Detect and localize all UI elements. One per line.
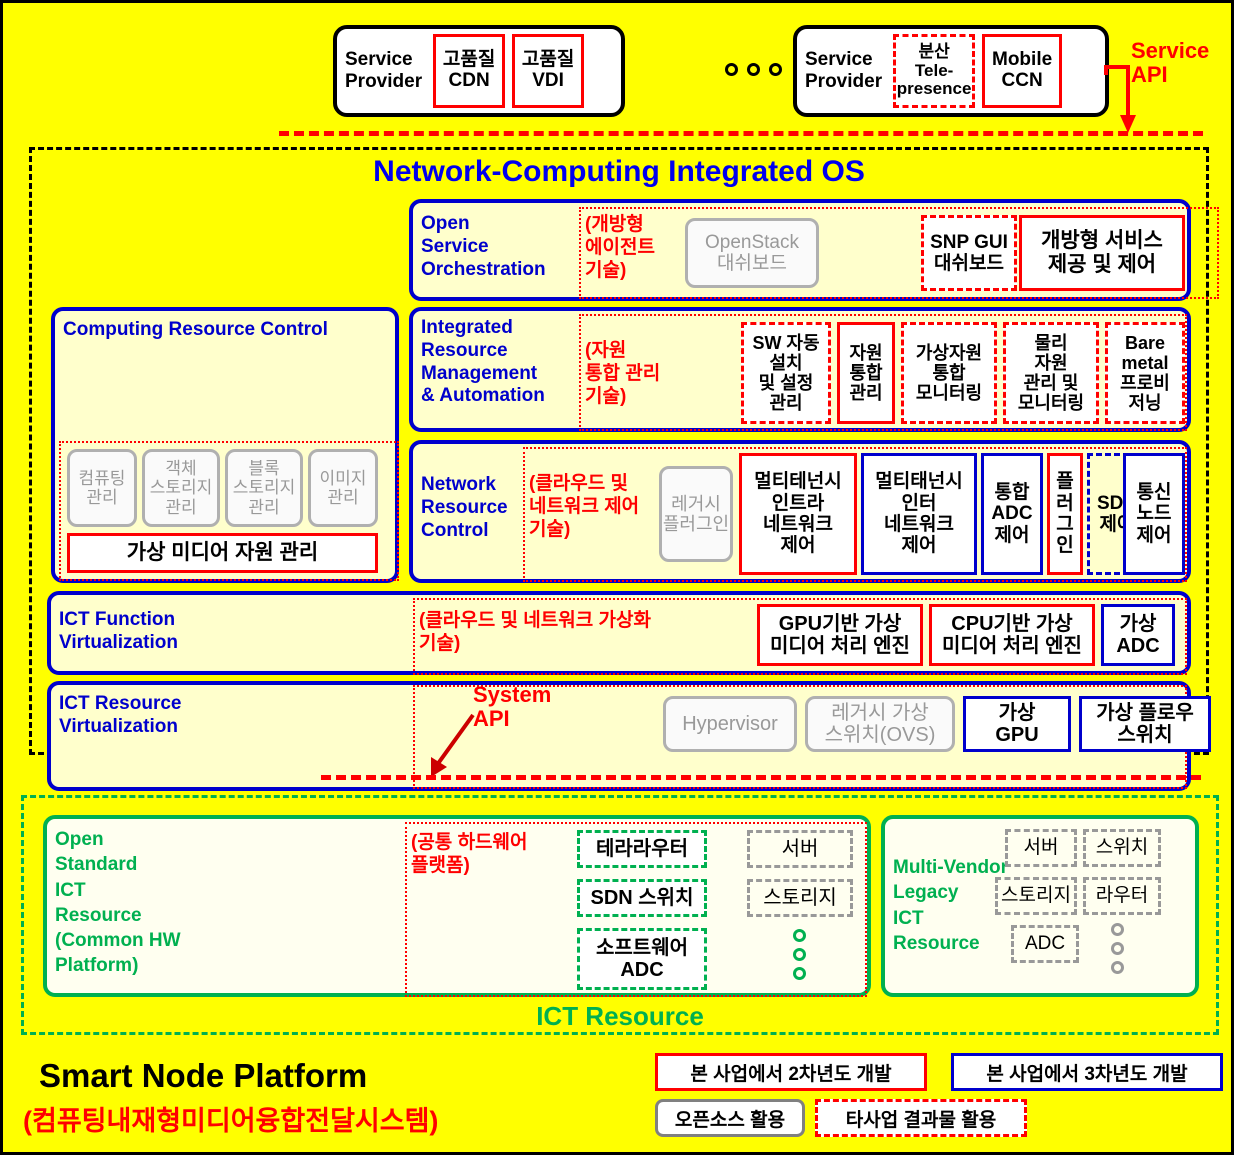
- sp1-item-vdi[interactable]: 고품질 VDI: [512, 34, 585, 108]
- sp1-item-cdn[interactable]: 고품질 CDN: [433, 34, 506, 108]
- item-virtual-resource-monitoring[interactable]: 가상자원 통합 모니터링: [901, 322, 997, 424]
- layer-ict-function-virtualization: ICT Function Virtualization (클라우드 및 네트워크…: [47, 591, 1191, 675]
- ellipsis-dot-3: [769, 63, 782, 76]
- item-gpu-media-engine[interactable]: GPU기반 가상 미디어 처리 엔진: [757, 604, 923, 666]
- legend-year3: 본 사업에서 3차년도 개발: [951, 1053, 1223, 1091]
- layer-computing-resource-control: Computing Resource Control 컴퓨팅 관리 객체 스토리…: [51, 307, 399, 583]
- ellipsis-dot-2: [747, 63, 760, 76]
- item-virtual-media-resource-management[interactable]: 가상 미디어 자원 관리: [67, 533, 378, 573]
- item-plugin[interactable]: 플 러 그 인: [1047, 453, 1083, 575]
- service-provider-box-2: Service Provider 분산 Tele- presence Mobil…: [793, 25, 1109, 117]
- layer-open-service-orchestration: Open Service Orchestration (개방형 에이전트 기술)…: [409, 199, 1219, 301]
- item-block-storage-management[interactable]: 블록 스토리지 관리: [225, 449, 303, 527]
- legacy-dot-2: [1111, 942, 1124, 955]
- service-provider-label-2: Service Provider: [805, 48, 883, 92]
- computing-resource-control-title: Computing Resource Control: [63, 319, 328, 340]
- open-dot-1: [793, 929, 806, 942]
- item-sw-auto-install-config[interactable]: SW 자동 설치 및 설정 관리: [741, 322, 831, 424]
- open-service-orchestration-note: (개방형 에이전트 기술): [585, 214, 655, 282]
- item-multitenancy-intra-network-control[interactable]: 멀티테넌시 인트라 네트워크 제어: [739, 453, 857, 575]
- legend-other-project: 타사업 결과물 활용: [815, 1099, 1027, 1137]
- item-virtual-flow-switch[interactable]: 가상 플로우 스위치: [1079, 696, 1211, 752]
- item-open-service-provisioning[interactable]: 개방형 서비스 제공 및 제어: [1019, 215, 1185, 291]
- item-legacy-virtual-switch-ovs[interactable]: 레거시 가상 스위치(OVS): [805, 696, 955, 752]
- legend-year2: 본 사업에서 2차년도 개발: [655, 1053, 927, 1091]
- legend-opensource: 오픈소스 활용: [655, 1099, 805, 1137]
- item-server-legacy[interactable]: 서버: [1005, 829, 1077, 867]
- open-standard-more-dots: [793, 929, 806, 980]
- service-api-arrow: [1104, 65, 1136, 133]
- open-standard-note: (공통 하드웨어 플랫폼): [411, 832, 528, 877]
- os-title: Network-Computing Integrated OS: [373, 155, 865, 188]
- sp2-item-telepresence[interactable]: 분산 Tele- presence: [893, 34, 976, 108]
- multi-vendor-more-dots: [1111, 923, 1124, 974]
- multi-vendor-title: Multi-Vendor Legacy ICT Resource: [893, 857, 1009, 954]
- panel-open-standard-ict-resource: Open Standard ICT Resource (Common HW Pl…: [43, 815, 871, 997]
- item-openstack-dashboard[interactable]: OpenStack 대쉬보드: [685, 218, 819, 288]
- item-image-management[interactable]: 이미지 관리: [308, 449, 378, 527]
- system-api-boundary: [321, 775, 1201, 780]
- service-provider-label-1: Service Provider: [345, 48, 423, 92]
- item-integrated-adc-control[interactable]: 통합 ADC 제어: [981, 453, 1043, 575]
- item-physical-resource-monitoring[interactable]: 물리 자원 관리 및 모니터링: [1003, 322, 1099, 424]
- item-adc-legacy[interactable]: ADC: [1011, 925, 1079, 963]
- network-resource-control-title: Network Resource Control: [421, 474, 508, 541]
- item-switch-legacy[interactable]: 스위치: [1083, 829, 1161, 867]
- item-storage-open[interactable]: 스토리지: [747, 879, 853, 917]
- platform-subtitle: (컴퓨팅내재형미디어융합전달시스템): [23, 1106, 439, 1136]
- service-provider-box-1: Service Provider 고품질 CDN 고품질 VDI: [333, 25, 625, 117]
- item-hypervisor[interactable]: Hypervisor: [663, 696, 797, 752]
- item-snp-gui-dashboard[interactable]: SNP GUI 대쉬보드: [921, 215, 1017, 291]
- ict-resource-caption: ICT Resource: [536, 1001, 704, 1031]
- item-object-storage-management[interactable]: 객체 스토리지 관리: [142, 449, 220, 527]
- item-virtual-gpu[interactable]: 가상 GPU: [963, 696, 1071, 752]
- integrated-resource-management-title: Integrated Resource Management & Automat…: [421, 317, 545, 407]
- layer-network-resource-control: Network Resource Control (클라우드 및 네트워크 제어…: [409, 440, 1191, 583]
- item-router-legacy[interactable]: 라우터: [1083, 877, 1161, 915]
- service-api-boundary: [279, 131, 1203, 136]
- ellipsis-dots: [725, 63, 782, 76]
- open-service-orchestration-title: Open Service Orchestration: [421, 213, 546, 280]
- item-legacy-plugin[interactable]: 레거시 플러그인: [659, 466, 733, 562]
- open-dot-2: [793, 948, 806, 961]
- item-multitenancy-inter-network-control[interactable]: 멀티태넌시 인터 네트워크 제어: [861, 453, 977, 575]
- integrated-resource-management-note: (자원 통합 관리 기술): [585, 340, 661, 408]
- item-computing-management[interactable]: 컴퓨팅 관리: [67, 449, 137, 527]
- ict-function-virtualization-title: ICT Function Virtualization: [59, 609, 178, 653]
- item-software-adc[interactable]: 소프트웨어 ADC: [577, 928, 707, 990]
- legacy-dot-3: [1111, 961, 1124, 974]
- item-storage-legacy[interactable]: 스토리지: [995, 877, 1077, 915]
- platform-title: Smart Node Platform: [39, 1057, 368, 1094]
- ict-function-virtualization-note: (클라우드 및 네트워크 가상화 기술): [419, 610, 651, 655]
- item-bare-metal-provisioning[interactable]: Bare metal 프로비 저닝: [1105, 322, 1185, 424]
- ellipsis-dot-1: [725, 63, 738, 76]
- legacy-dot-1: [1111, 923, 1124, 936]
- system-api-arrow: [431, 713, 475, 777]
- sp2-item-mobile-ccn[interactable]: Mobile CCN: [982, 34, 1063, 108]
- panel-multi-vendor-legacy-ict-resource: Multi-Vendor Legacy ICT Resource 서버 스위치 …: [881, 815, 1199, 997]
- item-resource-integrated-management[interactable]: 자원 통합 관리: [837, 322, 895, 424]
- item-terarouter[interactable]: 테라라우터: [577, 830, 707, 868]
- diagram-canvas: Service Provider 고품질 CDN 고품질 VDI Service…: [0, 0, 1234, 1155]
- network-resource-control-note: (클라우드 및 네트워크 제어 기술): [529, 473, 640, 541]
- ict-resource-virtualization-title: ICT Resource Virtualization: [59, 693, 182, 737]
- layer-integrated-resource-management: Integrated Resource Management & Automat…: [409, 307, 1191, 432]
- open-standard-ict-resource-title: Open Standard ICT Resource (Common HW Pl…: [55, 829, 181, 977]
- item-cpu-media-engine[interactable]: CPU기반 가상 미디어 처리 엔진: [929, 604, 1095, 666]
- item-sdn-switch[interactable]: SDN 스위치: [577, 879, 707, 917]
- item-virtual-adc[interactable]: 가상 ADC: [1101, 604, 1175, 666]
- item-communication-node-control[interactable]: 통신 노드 제어: [1123, 453, 1185, 575]
- open-dot-3: [793, 967, 806, 980]
- item-server-open[interactable]: 서버: [747, 830, 853, 868]
